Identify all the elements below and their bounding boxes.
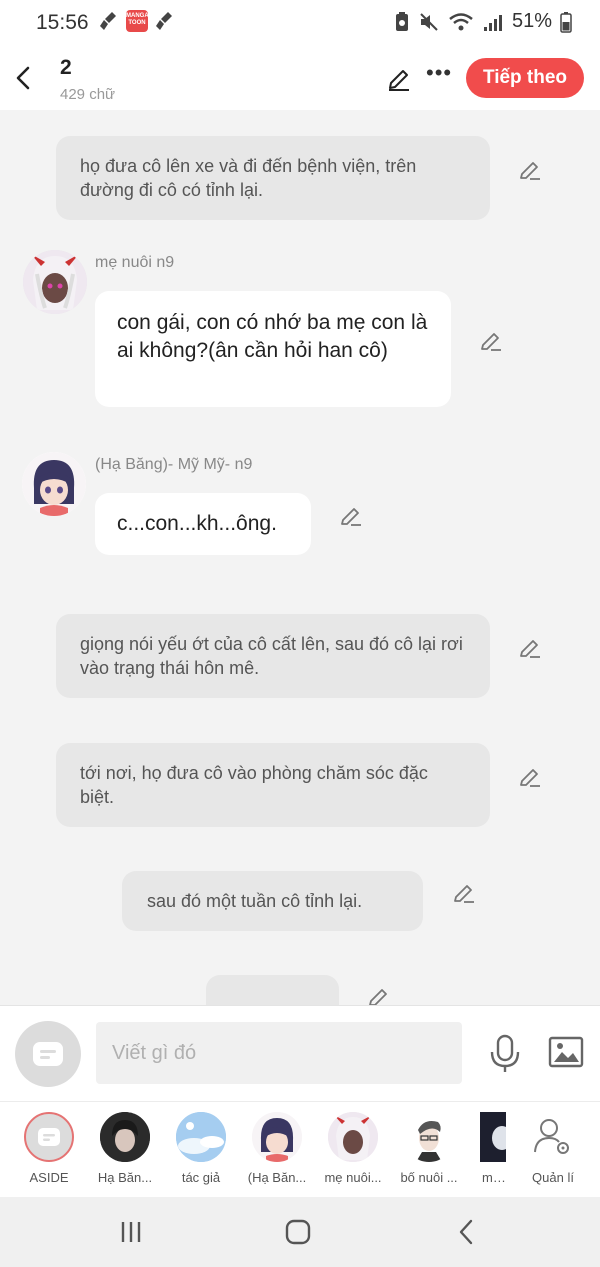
edit-message-icon[interactable] xyxy=(518,636,542,660)
battery-saver-icon xyxy=(395,11,408,31)
character-item[interactable]: Hạ Băn... xyxy=(86,1112,164,1185)
speaker-name: mẹ nuôi n9 xyxy=(95,254,175,271)
recent-apps-icon[interactable] xyxy=(116,1217,146,1247)
chapter-title: 2 xyxy=(60,56,72,79)
edit-message-icon[interactable] xyxy=(339,504,363,528)
character-bar: ASIDE Hạ Băn... tác giả (Hạ Băn... mẹ nu… xyxy=(0,1101,600,1197)
microphone-icon[interactable] xyxy=(488,1034,522,1074)
edit-message-icon[interactable] xyxy=(518,158,542,182)
edit-message-icon[interactable] xyxy=(479,329,503,353)
avatar-illustration xyxy=(22,452,86,516)
character-item[interactable]: mẹ r xyxy=(466,1112,506,1185)
avatar xyxy=(480,1112,506,1162)
battery-icon xyxy=(560,11,572,33)
character-label: (Hạ Băn... xyxy=(247,1170,307,1185)
character-label: mẹ r xyxy=(482,1170,506,1185)
manage-avatar xyxy=(528,1112,578,1162)
edit-icon[interactable] xyxy=(386,66,412,92)
message-input[interactable] xyxy=(96,1022,462,1084)
home-icon[interactable] xyxy=(283,1217,313,1247)
battery-percent: 51% xyxy=(511,10,552,32)
signal-icon xyxy=(483,14,502,31)
avatar-illustration xyxy=(480,1112,506,1162)
aside-avatar xyxy=(24,1112,74,1162)
back-nav-icon[interactable] xyxy=(452,1217,482,1247)
character-label: Hạ Băn... xyxy=(97,1170,153,1185)
character-item-aside[interactable]: ASIDE xyxy=(10,1112,88,1185)
chat-area[interactable]: họ đưa cô lên xe và đi đến bệnh viện, tr… xyxy=(0,110,600,1005)
dialogue-text: con gái, con có nhớ ba mẹ con là ai khôn… xyxy=(117,311,428,362)
narration-text: giọng nói yếu ớt của cô cất lên, sau đó … xyxy=(80,634,463,678)
edit-message-icon[interactable] xyxy=(518,765,542,789)
narration-text: họ đưa cô lên xe và đi đến bệnh viện, tr… xyxy=(80,156,417,200)
character-item[interactable]: tác giả xyxy=(162,1112,240,1185)
aside-icon xyxy=(33,1042,63,1066)
mangatoon-icon: MANGA TOON xyxy=(126,10,149,32)
edit-message-icon[interactable] xyxy=(452,881,476,905)
avatar-illustration xyxy=(100,1112,150,1162)
image-icon[interactable] xyxy=(548,1036,584,1068)
character-item[interactable]: bố nuôi ... xyxy=(390,1112,468,1185)
character-item[interactable]: mẹ nuôi... xyxy=(314,1112,392,1185)
aside-toggle-button[interactable] xyxy=(15,1021,81,1087)
dialogue-bubble[interactable]: c...con...kh...ông. xyxy=(95,493,311,555)
narration-bubble[interactable] xyxy=(206,975,339,1005)
mute-icon xyxy=(420,12,438,31)
header: 2 429 chữ ••• Tiếp theo xyxy=(0,46,600,110)
edit-message-icon[interactable] xyxy=(367,985,391,1005)
back-icon[interactable] xyxy=(12,62,36,94)
more-options-icon[interactable]: ••• xyxy=(426,60,452,86)
avatar-illustration xyxy=(404,1112,454,1162)
avatar[interactable] xyxy=(23,250,87,314)
dialogue-bubble[interactable]: con gái, con có nhớ ba mẹ con là ai khôn… xyxy=(95,291,451,407)
narration-bubble[interactable]: họ đưa cô lên xe và đi đến bệnh viện, tr… xyxy=(56,136,490,220)
status-time: 15:56 xyxy=(36,11,89,34)
avatar-illustration xyxy=(176,1112,226,1162)
narration-text: tới nơi, họ đưa cô vào phòng chăm sóc đặ… xyxy=(80,763,428,807)
narration-bubble[interactable]: sau đó một tuần cô tỉnh lại. xyxy=(122,871,423,931)
avatar-illustration xyxy=(328,1112,378,1162)
avatar-illustration xyxy=(252,1112,302,1162)
composer xyxy=(0,1005,600,1101)
status-bar: 15:56 MANGA TOON 51% xyxy=(0,0,600,46)
dialogue-text: c...con...kh...ông. xyxy=(117,512,277,535)
system-nav-bar xyxy=(0,1197,600,1267)
narration-text: sau đó một tuần cô tỉnh lại. xyxy=(147,891,363,911)
wifi-icon xyxy=(449,12,473,30)
avatar xyxy=(328,1112,378,1162)
character-label: bố nuôi ... xyxy=(400,1170,458,1185)
next-button[interactable]: Tiếp theo xyxy=(466,58,584,98)
notification-icons: MANGA TOON xyxy=(98,10,176,32)
character-label: ASIDE xyxy=(29,1170,69,1185)
avatar xyxy=(404,1112,454,1162)
avatar[interactable] xyxy=(22,452,86,516)
user-settings-icon xyxy=(534,1119,569,1154)
narration-bubble[interactable]: tới nơi, họ đưa cô vào phòng chăm sóc đặ… xyxy=(56,743,490,827)
manage-characters-button[interactable]: Quản lí xyxy=(514,1112,592,1185)
system-status: 51% xyxy=(394,10,572,33)
avatar xyxy=(252,1112,302,1162)
character-label: mẹ nuôi... xyxy=(324,1170,382,1185)
avatar xyxy=(100,1112,150,1162)
aside-icon xyxy=(38,1128,60,1146)
speaker-name: (Hạ Băng)- Mỹ Mỹ- n9 xyxy=(95,456,253,473)
avatar-illustration xyxy=(23,250,87,314)
character-label: tác giả xyxy=(181,1170,221,1185)
narration-bubble[interactable]: giọng nói yếu ớt của cô cất lên, sau đó … xyxy=(56,614,490,698)
broom-icon xyxy=(156,12,172,30)
broom-icon xyxy=(100,12,116,30)
character-item[interactable]: (Hạ Băn... xyxy=(238,1112,316,1185)
character-label: Quản lí xyxy=(532,1170,574,1185)
avatar xyxy=(176,1112,226,1162)
word-count: 429 chữ xyxy=(60,86,116,103)
